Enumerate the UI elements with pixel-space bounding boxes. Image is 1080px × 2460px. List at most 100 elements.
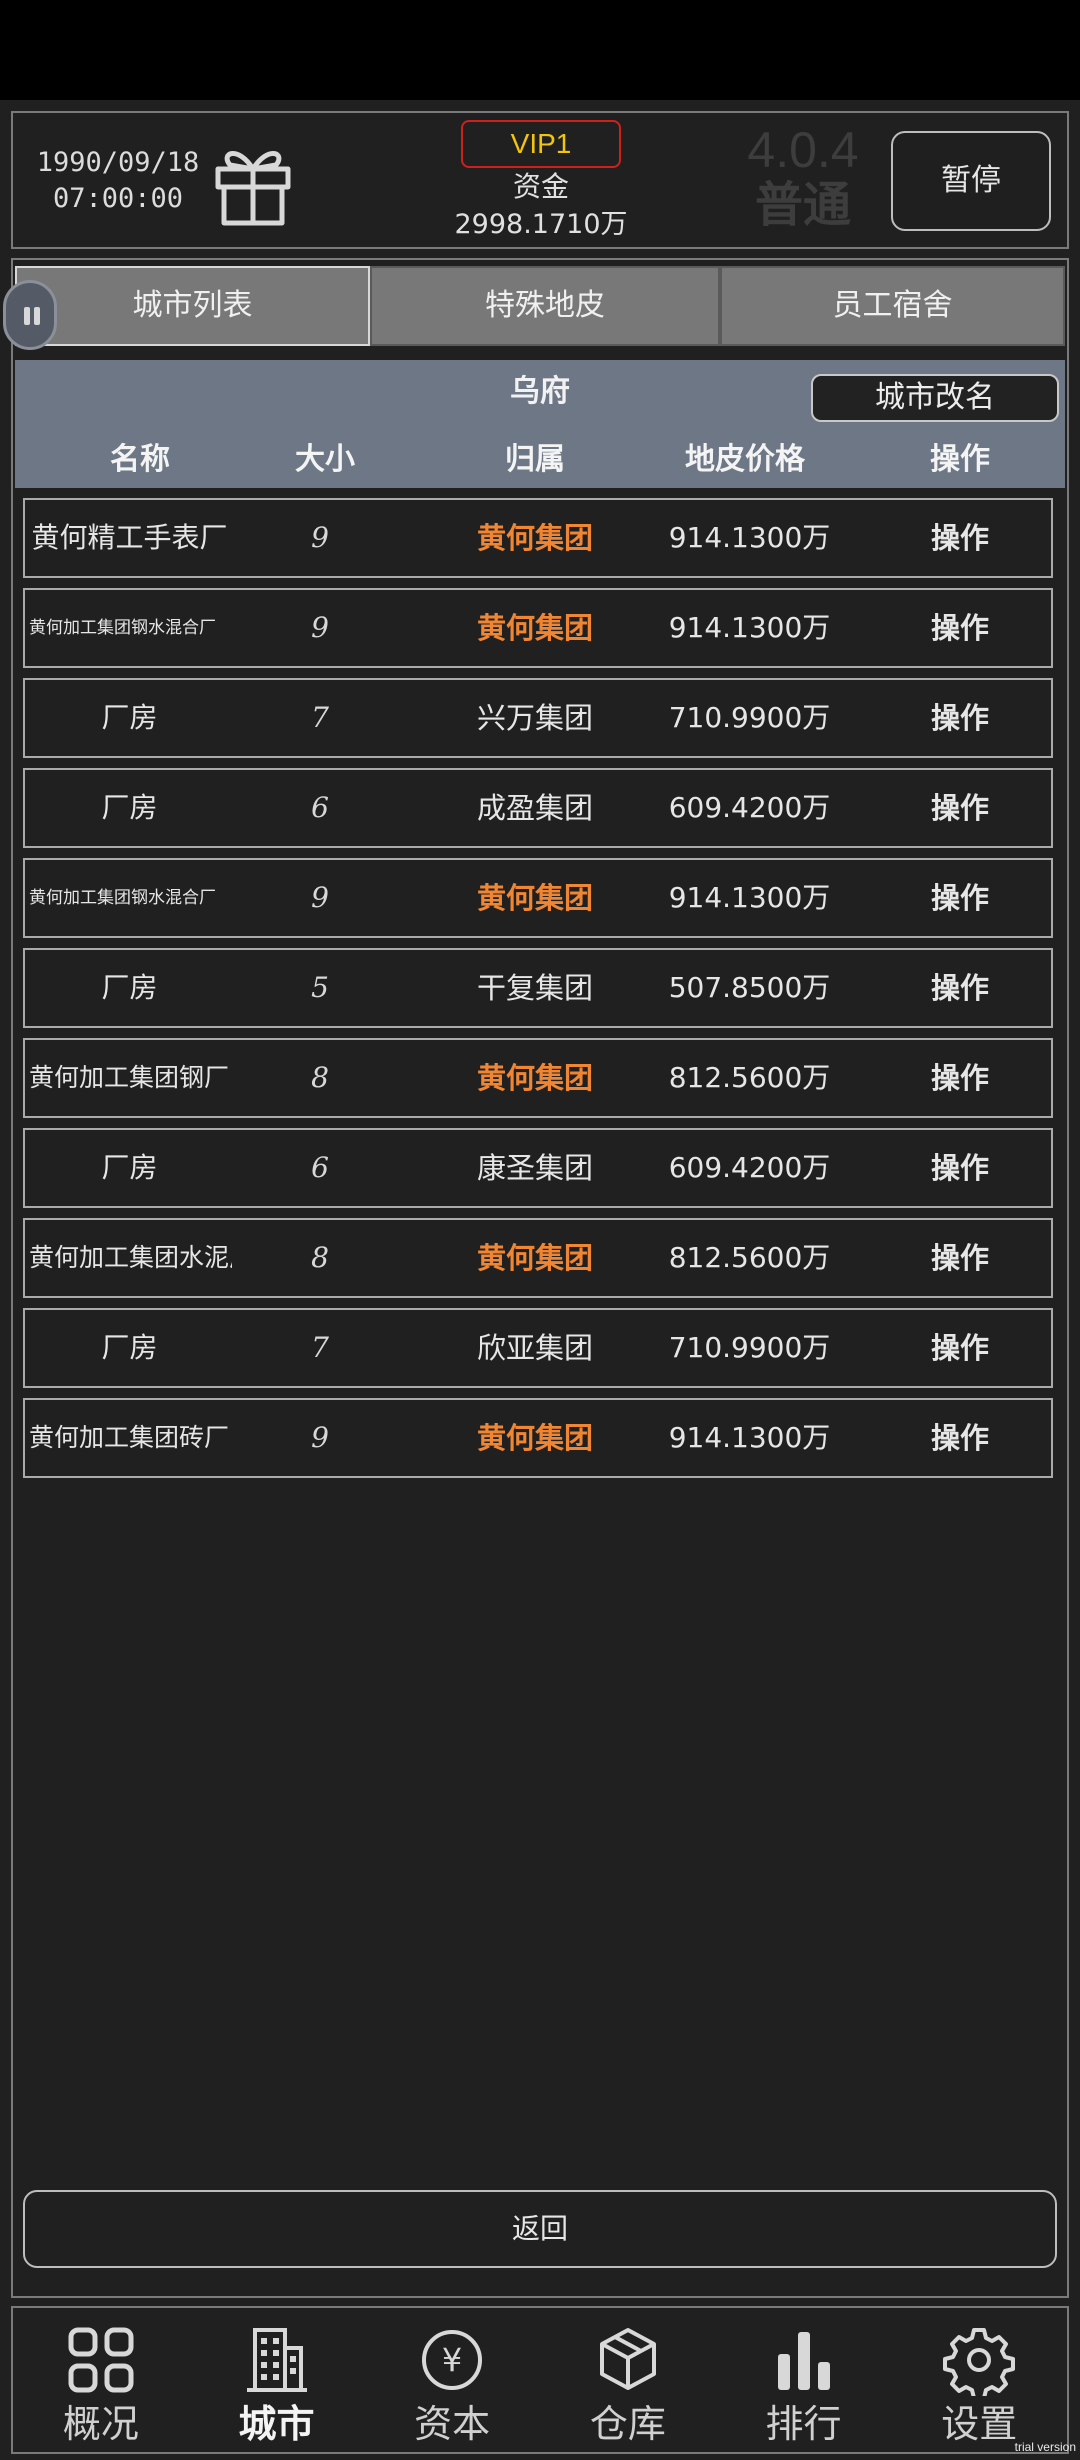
game-date: 1990/09/18	[36, 147, 200, 178]
row-name: 黄何加工集团钢水混合厂	[29, 888, 216, 908]
row-name: 黄何加工集团水泥厂	[29, 1243, 232, 1272]
column-owner: 归属	[505, 442, 565, 477]
row-action-button[interactable]: 操作	[885, 500, 1035, 576]
row-price: 914.1300万	[668, 881, 831, 914]
row-size: 9	[311, 881, 329, 914]
bar-chart-icon	[768, 2324, 840, 2396]
row-size: 9	[311, 1421, 329, 1454]
row-owner: 兴万集团	[476, 701, 593, 735]
row-owner: 康圣集团	[476, 1151, 593, 1185]
status-bar	[0, 0, 1080, 100]
row-name: 黄何加工集团钢水混合厂	[29, 618, 216, 638]
row-price: 710.9900万	[668, 701, 831, 734]
row-price: 710.9900万	[668, 1331, 831, 1364]
row-action-button[interactable]: 操作	[885, 1220, 1035, 1296]
back-button[interactable]: 返回	[23, 2190, 1057, 2268]
row-action-button[interactable]: 操作	[885, 770, 1035, 846]
box-icon	[592, 2324, 664, 2396]
column-action: 操作	[930, 442, 990, 477]
row-price: 609.4200万	[668, 1151, 831, 1184]
game-date-time: 1990/09/18 07:00:00	[33, 145, 203, 217]
row-name: 厂房	[101, 1331, 158, 1364]
tab-bar: 城市列表 特殊地皮 员工宿舍	[15, 266, 1065, 346]
city-name: 乌府	[510, 374, 570, 409]
tab-city-list[interactable]: 城市列表	[15, 266, 370, 346]
column-size: 大小	[295, 442, 355, 477]
row-owner: 成盈集团	[476, 791, 593, 825]
building-icon	[241, 2324, 313, 2396]
column-land-price: 地皮价格	[685, 442, 805, 477]
column-name: 名称	[110, 442, 170, 477]
pause-button[interactable]: 暂停	[891, 131, 1051, 231]
rename-city-button[interactable]: 城市改名	[811, 374, 1059, 422]
nav-label: 概况	[62, 2402, 139, 2446]
row-price: 812.5600万	[668, 1061, 831, 1094]
row-size: 7	[311, 701, 329, 734]
tab-staff-dorm[interactable]: 员工宿舍	[720, 266, 1065, 346]
row-price: 914.1300万	[668, 1421, 831, 1454]
nav-label: 仓库	[589, 2402, 666, 2446]
table-row[interactable]: 黄何加工集团钢水混合厂 9 黄何集团 914.1300万 操作	[23, 588, 1053, 668]
row-owner: 黄何集团	[476, 521, 593, 555]
row-action-button[interactable]: 操作	[885, 860, 1035, 936]
table-row[interactable]: 厂房 7 欣亚集团 710.9900万 操作	[23, 1308, 1053, 1388]
row-size: 6	[311, 791, 329, 824]
land-list: 黄何精工手表厂 9 黄何集团 914.1300万 操作 黄何加工集团钢水混合厂 9 黄何集团 9…	[23, 498, 1053, 1488]
row-price: 914.1300万	[668, 521, 831, 554]
row-name: 厂房	[101, 971, 158, 1004]
row-action-button[interactable]: 操作	[885, 1310, 1035, 1386]
tab-special-land[interactable]: 特殊地皮	[370, 266, 720, 346]
table-row[interactable]: 厂房 6 康圣集团 609.4200万 操作	[23, 1128, 1053, 1208]
row-size: 8	[311, 1061, 329, 1094]
row-name: 厂房	[101, 701, 158, 734]
table-row[interactable]: 黄何精工手表厂 9 黄何集团 914.1300万 操作	[23, 498, 1053, 578]
svg-text:¥: ¥	[442, 2341, 462, 2379]
row-name: 黄何加工集团砖厂	[29, 1423, 230, 1452]
row-size: 9	[311, 521, 329, 554]
row-price: 914.1300万	[668, 611, 831, 644]
table-row[interactable]: 黄何加工集团钢水混合厂 9 黄何集团 914.1300万 操作	[23, 858, 1053, 938]
nav-item-ranking[interactable]: 排行	[716, 2308, 892, 2452]
nav-label: 城市	[238, 2402, 315, 2446]
row-size: 5	[311, 971, 329, 1004]
row-size: 9	[311, 611, 329, 644]
gift-icon[interactable]	[208, 135, 298, 230]
watermark: trial version	[1014, 2440, 1076, 2454]
table-row[interactable]: 黄何加工集团钢厂 8 黄何集团 812.5600万 操作	[23, 1038, 1053, 1118]
game-time: 07:00:00	[52, 183, 184, 214]
row-action-button[interactable]: 操作	[885, 1040, 1035, 1116]
nav-item-overview[interactable]: 概况	[13, 2308, 189, 2452]
nav-item-city[interactable]: 城市	[189, 2308, 365, 2452]
bottom-nav: 概况 城市 ¥ 资本 仓库 排行 设置	[11, 2306, 1069, 2454]
header-panel: 1990/09/18 07:00:00 VIP1 资金 2998.1710万 4…	[11, 111, 1069, 249]
vip-badge[interactable]: VIP1	[461, 120, 621, 168]
row-action-button[interactable]: 操作	[885, 590, 1035, 666]
row-size: 8	[311, 1241, 329, 1274]
gear-icon	[943, 2324, 1016, 2400]
nav-label: 资本	[414, 2402, 491, 2446]
nav-item-settings[interactable]: 设置	[891, 2308, 1067, 2452]
mode-label: 普通	[754, 177, 851, 233]
row-name: 厂房	[101, 791, 158, 824]
row-owner: 黄何集团	[476, 611, 593, 645]
city-panel: 城市列表 特殊地皮 员工宿舍 乌府 城市改名 名称 大小 归属 地皮价格 操作 …	[3, 258, 1069, 2298]
table-row[interactable]: 厂房 5 干复集团 507.8500万 操作	[23, 948, 1053, 1028]
table-row[interactable]: 厂房 6 成盈集团 609.4200万 操作	[23, 768, 1053, 848]
table-row[interactable]: 黄何加工集团砖厂 9 黄何集团 914.1300万 操作	[23, 1398, 1053, 1478]
table-row[interactable]: 厂房 7 兴万集团 710.9900万 操作	[23, 678, 1053, 758]
nav-item-capital[interactable]: ¥ 资本	[364, 2308, 540, 2452]
yen-coin-icon: ¥	[416, 2324, 488, 2396]
row-owner: 干复集团	[476, 971, 593, 1005]
row-owner: 欣亚集团	[476, 1331, 593, 1365]
row-action-button[interactable]: 操作	[885, 950, 1035, 1026]
floating-pause-handle[interactable]	[3, 280, 57, 350]
row-action-button[interactable]: 操作	[885, 680, 1035, 756]
row-action-button[interactable]: 操作	[885, 1130, 1035, 1206]
row-price: 507.8500万	[668, 971, 831, 1004]
row-owner: 黄何集团	[476, 1061, 593, 1095]
table-row[interactable]: 黄何加工集团水泥厂 8 黄何集团 812.5600万 操作	[23, 1218, 1053, 1298]
row-name: 厂房	[101, 1151, 158, 1184]
grid-icon	[65, 2324, 137, 2396]
nav-item-warehouse[interactable]: 仓库	[540, 2308, 716, 2452]
row-action-button[interactable]: 操作	[885, 1400, 1035, 1476]
